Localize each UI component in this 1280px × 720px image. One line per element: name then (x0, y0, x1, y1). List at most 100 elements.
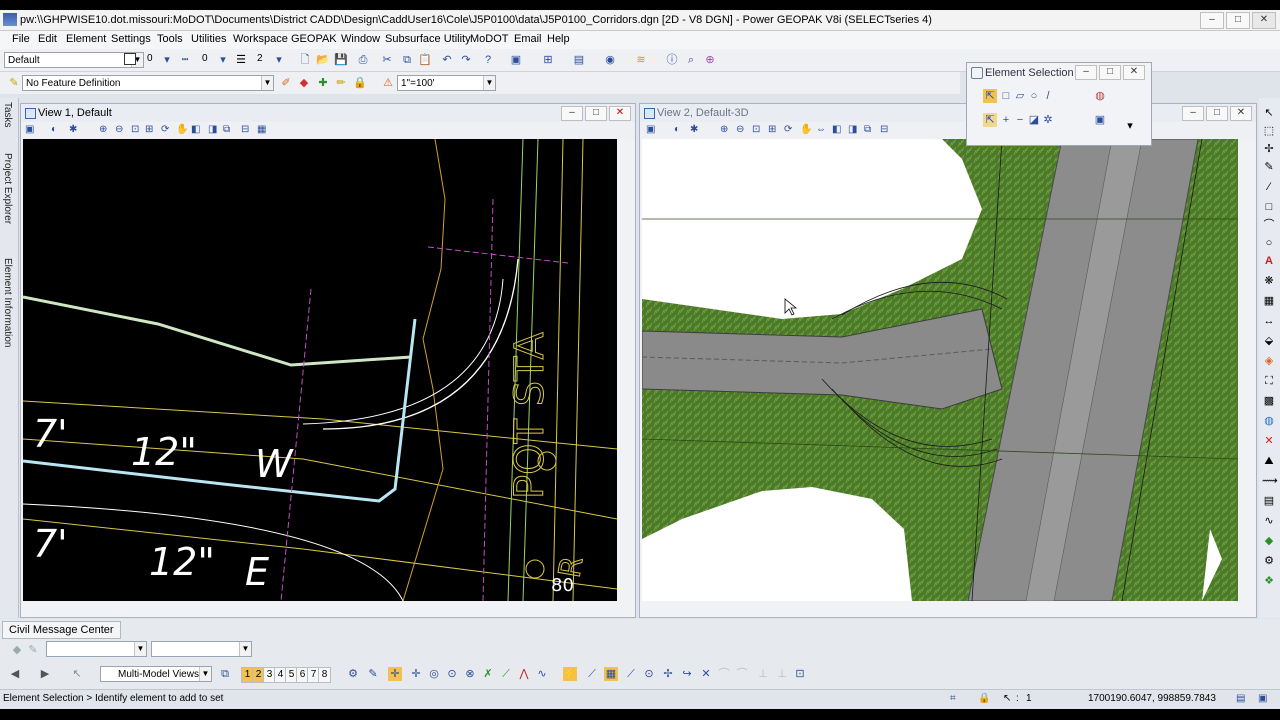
color-swatch-icon[interactable] (124, 53, 136, 65)
new-mode-icon[interactable]: ⇱ (983, 113, 997, 127)
view-1-close-button[interactable]: ✕ (609, 106, 631, 121)
menu-tools[interactable]: Tools (157, 33, 183, 45)
surface-tool-icon[interactable]: ◆ (1262, 534, 1276, 548)
cut-icon[interactable]: ✂ (380, 53, 394, 67)
tab-element-information[interactable]: Element Information (2, 258, 13, 348)
dialog-minimize-button[interactable]: – (1075, 65, 1097, 80)
filter-icon[interactable]: ◆ (10, 643, 24, 657)
menu-element[interactable]: Element (66, 33, 106, 45)
view-1-vertical-scrollbar[interactable] (621, 139, 633, 601)
levels-icon[interactable]: ≋ (634, 53, 648, 67)
raster-icon[interactable]: ▤ (572, 53, 586, 67)
grid-icon[interactable]: ⊕ (703, 53, 717, 67)
feature-definition-combo[interactable]: No Feature Definition ▼ (22, 75, 274, 91)
feature-icon[interactable]: ✎ (7, 76, 21, 90)
arc-snap-icon[interactable]: ⌒ (717, 667, 731, 681)
chevron-down-icon[interactable]: ▾ (272, 53, 286, 67)
info-icon[interactable]: ⓘ (665, 53, 679, 67)
midpoint-snap-icon[interactable]: ✛ (409, 667, 423, 681)
pattern-icon[interactable]: ▦ (1262, 294, 1276, 308)
subtract-mode-icon[interactable]: − (1013, 113, 1027, 127)
clear-icon[interactable]: ✎ (26, 643, 40, 657)
menu-geopak[interactable]: GEOPAK (291, 33, 337, 45)
pencil-icon[interactable]: ✏ (334, 76, 348, 90)
civil-message-center-tab[interactable]: Civil Message Center (2, 621, 121, 639)
view-1-horizontal-scrollbar[interactable] (23, 601, 617, 613)
view-2-vertical-scrollbar[interactable] (1242, 139, 1254, 601)
close-button[interactable]: ✕ (1252, 12, 1276, 29)
level-combo[interactable]: Default ▼ (4, 52, 144, 68)
block-method-icon[interactable]: □ (999, 89, 1013, 103)
update-view-icon[interactable]: ✱ (69, 124, 77, 135)
back-icon[interactable]: ◀ (8, 667, 22, 681)
maximize-button[interactable]: □ (1226, 12, 1250, 29)
profile-tool-icon[interactable]: ∿ (1262, 514, 1276, 528)
circle-method-icon[interactable]: ○ (1027, 89, 1041, 103)
view-groups-icon[interactable]: ⧉ (218, 667, 232, 681)
rotate-view-icon[interactable]: ⟳ (784, 124, 792, 135)
intersection-snap-icon[interactable]: ✗ (481, 667, 495, 681)
selection-mode-icon[interactable]: ◍ (1093, 89, 1107, 103)
measure-icon[interactable]: ✎ (1262, 160, 1276, 174)
fence-icon[interactable]: ⬚ (1262, 124, 1276, 138)
zoom-in-icon[interactable]: ⊕ (99, 124, 107, 135)
view-control-icon[interactable]: ▣ (509, 53, 523, 67)
undo-icon[interactable]: ↶ (440, 53, 454, 67)
settings-gear-icon[interactable]: ⚙ (346, 667, 360, 681)
cross-icon[interactable]: ✕ (699, 667, 713, 681)
dialog-maximize-button[interactable]: □ (1099, 65, 1121, 80)
tab-project-explorer[interactable]: Project Explorer (2, 153, 13, 224)
globe-icon[interactable]: ◍ (1262, 414, 1276, 428)
origin-snap-icon[interactable]: ⊙ (445, 667, 459, 681)
copy-icon[interactable]: ⧉ (400, 53, 414, 67)
dim-snap-2-icon[interactable]: ⊥ (775, 667, 789, 681)
display-style-icon[interactable]: ◐ (51, 124, 57, 135)
manipulate-icon[interactable]: ◈ (1262, 354, 1276, 368)
alignment-tool-icon[interactable]: ⟿ (1262, 474, 1278, 488)
place-arc-icon[interactable]: ⌒ (1262, 218, 1276, 232)
minimize-button[interactable]: – (1200, 12, 1224, 29)
clip-volume-icon[interactable]: ⊟ (241, 124, 249, 135)
bisector-snap-icon[interactable]: ⊗ (463, 667, 477, 681)
paste-icon[interactable]: 📋 (418, 53, 432, 67)
accusnap-icon[interactable]: ⚡ (563, 667, 577, 681)
place-block-icon[interactable]: □ (1262, 200, 1276, 214)
place-circle-icon[interactable]: ○ (1262, 236, 1276, 250)
individual-method-icon[interactable]: ⇱ (983, 89, 997, 103)
line-style-icon[interactable]: ┅ (178, 53, 192, 67)
snap-mode-icon[interactable]: ⊡ (793, 667, 807, 681)
menu-window[interactable]: Window (341, 33, 380, 45)
view-2-canvas[interactable] (642, 139, 1238, 601)
rotate-view-icon[interactable]: ⟳ (161, 124, 169, 135)
fit-view-icon[interactable]: ⊞ (145, 124, 153, 135)
clear-selection-icon[interactable]: ▣ (1093, 113, 1107, 127)
status-design-icon[interactable]: ▣ (1258, 693, 1267, 704)
status-lock-icon[interactable]: 🔒 (978, 693, 990, 704)
view-1-canvas[interactable]: 7' 12" W 7' 12" E POT STA R 80 (23, 139, 617, 601)
corridor-tool-icon[interactable]: ▤ (1262, 494, 1276, 508)
element-selection-tool-icon[interactable]: ↖ (1262, 106, 1276, 120)
status-snap-icon[interactable]: ⌗ (950, 693, 956, 704)
multi-snap-icon[interactable]: ✢ (661, 667, 675, 681)
zoom-out-icon[interactable]: ⊖ (115, 124, 123, 135)
tab-tasks[interactable]: Tasks (2, 102, 13, 128)
menu-workspace[interactable]: Workspace (233, 33, 288, 45)
place-line-icon[interactable]: ∕ (1262, 180, 1276, 194)
walk-icon[interactable]: ⇔ (816, 124, 826, 135)
status-message-icon[interactable]: ▤ (1236, 693, 1245, 704)
window-area-icon[interactable]: ⊡ (131, 124, 139, 135)
corridor-icon[interactable]: ✚ (316, 76, 330, 90)
pan-view-icon[interactable]: ✋ (176, 124, 188, 135)
menu-help[interactable]: Help (547, 33, 570, 45)
dimension-icon[interactable]: ↔ (1262, 314, 1276, 328)
drainage-tool-icon[interactable]: ⚙ (1262, 554, 1276, 568)
annotation-scale-combo[interactable]: 1"=100' ▼ (397, 75, 496, 91)
nearest-snap-icon[interactable]: ⟋ (585, 667, 599, 681)
line-method-icon[interactable]: / (1041, 89, 1055, 103)
snap-pencil-icon[interactable]: ✎ (366, 667, 380, 681)
eyedropper-icon[interactable]: ✐ (279, 76, 293, 90)
delete-icon[interactable]: ✕ (1262, 434, 1276, 448)
fit-view-icon[interactable]: ⊞ (768, 124, 776, 135)
change-attributes-icon[interactable]: ▩ (1262, 394, 1276, 408)
terrain-icon[interactable]: ◆ (297, 76, 311, 90)
